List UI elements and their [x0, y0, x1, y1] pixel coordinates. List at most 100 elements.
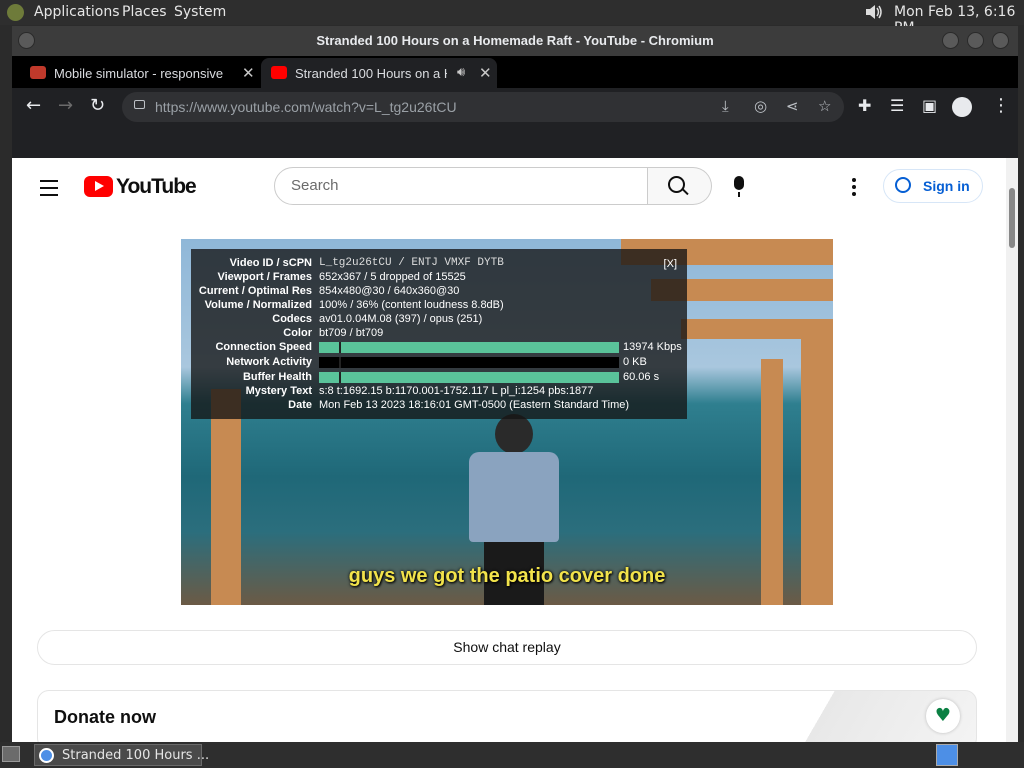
youtube-wordmark: YouTube [116, 175, 197, 198]
settings-more-icon[interactable] [852, 178, 856, 199]
search-placeholder: Search [291, 177, 339, 194]
speaker-icon[interactable] [864, 3, 884, 21]
stats-bar-marker [339, 372, 341, 383]
tab-strip: Mobile simulator - responsive ✕ Stranded… [12, 56, 1018, 111]
tab-label: Stranded 100 Hours on a H [295, 66, 447, 81]
system-logo-icon[interactable] [7, 4, 24, 21]
stats-value: s:8 t:1692.15 b:1170.001-1752.117 L pl_i… [319, 385, 594, 397]
stats-value: 13974 Kbps [623, 341, 682, 353]
bottom-taskbar: Stranded 100 Hours ... [0, 742, 1024, 768]
stats-key: Volume / Normalized [204, 299, 312, 311]
stats-row: Date Mon Feb 13 2023 18:16:01 GMT-0500 (E… [191, 399, 687, 413]
show-desktop-icon[interactable] [2, 746, 20, 762]
tab-youtube-video[interactable]: Stranded 100 Hours on a H 🔊︎ ✕ [261, 58, 497, 88]
stats-row: Volume / Normalized 100% / 36% (content l… [191, 299, 687, 313]
bookmark-star-icon[interactable]: ☆ [818, 97, 831, 115]
chromium-icon [39, 748, 54, 763]
stats-value: 854x480@30 / 640x360@30 [319, 285, 460, 297]
workspace-switcher[interactable] [936, 744, 958, 766]
minimize-button[interactable] [942, 32, 959, 49]
bookmarks-bar [12, 126, 1018, 158]
mobile-simulator-favicon-icon [30, 66, 46, 79]
stats-value: L_tg2u26tCU / ENTJ VMXF DYTB [319, 257, 504, 269]
stats-value: 652x367 / 5 dropped of 15525 [319, 271, 466, 283]
close-window-button[interactable] [992, 32, 1009, 49]
stats-row: Buffer Health 60.06 s [191, 371, 687, 385]
extensions-puzzle-icon[interactable]: ✚ [858, 96, 871, 116]
donate-card[interactable]: Donate now ♥ [37, 690, 977, 742]
side-panel-icon[interactable]: ▣ [922, 96, 937, 116]
chrome-menu-icon[interactable]: ⋮ [992, 96, 1010, 116]
wood-post [801, 319, 833, 605]
browser-toolbar: ← → ↻ https://www.youtube.com/watch?v=L_… [12, 88, 1018, 126]
search-icon [668, 176, 685, 193]
url-text[interactable]: https://www.youtube.com/watch?v=L_tg2u26… [155, 99, 457, 115]
youtube-play-icon [84, 176, 113, 197]
stats-key: Network Activity [226, 356, 312, 368]
install-app-icon[interactable]: ⤓ [722, 97, 729, 115]
close-tab-icon[interactable]: ✕ [242, 64, 255, 82]
places-menu[interactable]: Places [122, 4, 167, 20]
maximize-button[interactable] [967, 32, 984, 49]
stats-bar-fill [319, 342, 619, 353]
stats-bar-marker [339, 342, 341, 353]
youtube-page: YouTube Search Sign in guys we got the p… [12, 158, 1018, 742]
search-button[interactable] [648, 167, 712, 205]
taskbar-window-button[interactable]: Stranded 100 Hours ... [34, 744, 209, 766]
sign-in-label: Sign in [923, 178, 970, 194]
sign-in-button[interactable]: Sign in [883, 169, 983, 203]
tab-mobile-simulator[interactable]: Mobile simulator - responsive ✕ [20, 58, 260, 88]
window-title: Stranded 100 Hours on a Homemade Raft - … [316, 33, 714, 48]
media-control-icon[interactable]: ☰ [890, 96, 904, 116]
stats-row: Codecs av01.0.04M.08 (397) / opus (251) [191, 313, 687, 327]
taskbar-window-label: Stranded 100 Hours ... [62, 748, 210, 763]
stats-bar [319, 372, 619, 383]
lock-icon[interactable] [134, 100, 145, 109]
stats-row: Connection Speed 13974 Kbps [191, 341, 687, 355]
video-player[interactable]: guys we got the patio cover done [X] Vid… [181, 239, 833, 605]
close-tab-icon[interactable]: ✕ [479, 64, 492, 82]
video-caption: guys we got the patio cover done [348, 565, 666, 587]
page-scrollbar[interactable] [1006, 158, 1018, 742]
stats-bar [319, 357, 619, 368]
stats-key: Viewport / Frames [217, 271, 312, 283]
address-bar[interactable]: https://www.youtube.com/watch?v=L_tg2u26… [122, 92, 844, 122]
stats-key: Date [288, 399, 312, 411]
system-menu[interactable]: System [174, 4, 226, 20]
stats-key: Codecs [272, 313, 312, 325]
tracking-blocked-eye-icon[interactable]: ◎ [754, 97, 767, 115]
microphone-icon[interactable] [734, 176, 744, 197]
profile-avatar-icon[interactable] [952, 97, 972, 117]
youtube-logo[interactable]: YouTube [84, 175, 197, 198]
stats-value: Mon Feb 13 2023 18:16:01 GMT-0500 (Easte… [319, 399, 630, 411]
stats-key: Buffer Health [242, 371, 312, 383]
forward-button[interactable]: → [58, 96, 73, 116]
stats-key: Color [283, 327, 312, 339]
stats-bar-marker [339, 357, 341, 368]
stats-bar-fill [319, 372, 619, 383]
donation-heart-icon: ♥ [926, 699, 960, 733]
back-button[interactable]: ← [26, 96, 41, 116]
stats-key: Connection Speed [215, 341, 312, 353]
scrollbar-thumb[interactable] [1009, 188, 1015, 248]
hamburger-menu-icon[interactable] [40, 180, 58, 201]
stats-bar [319, 342, 619, 353]
show-chat-replay-button[interactable]: Show chat replay [37, 630, 977, 665]
stats-value: 60.06 s [623, 371, 660, 383]
stats-row: Mystery Text s:8 t:1692.15 b:1170.001-175… [191, 385, 687, 399]
donate-title: Donate now [54, 707, 156, 727]
top-panel: Applications Places System Mon Feb 13, 6… [0, 0, 1024, 36]
title-bar[interactable]: Stranded 100 Hours on a Homemade Raft - … [12, 26, 1018, 56]
audio-playing-icon[interactable]: 🔊︎ [457, 64, 465, 80]
applications-menu[interactable]: Applications [34, 4, 120, 20]
reload-button[interactable]: ↻ [90, 96, 105, 116]
stats-row: Network Activity 0 KB [191, 356, 687, 370]
tab-label: Mobile simulator - responsive [54, 66, 224, 81]
stats-value: bt709 / bt709 [319, 327, 384, 339]
youtube-favicon-icon [271, 66, 287, 79]
stats-row: Current / Optimal Res 854x480@30 / 640x36… [191, 285, 687, 299]
share-icon[interactable]: ⋖ [786, 97, 799, 115]
search-input[interactable]: Search [274, 167, 648, 205]
stats-key: Mystery Text [245, 385, 312, 397]
stats-key: Video ID / sCPN [229, 257, 312, 269]
